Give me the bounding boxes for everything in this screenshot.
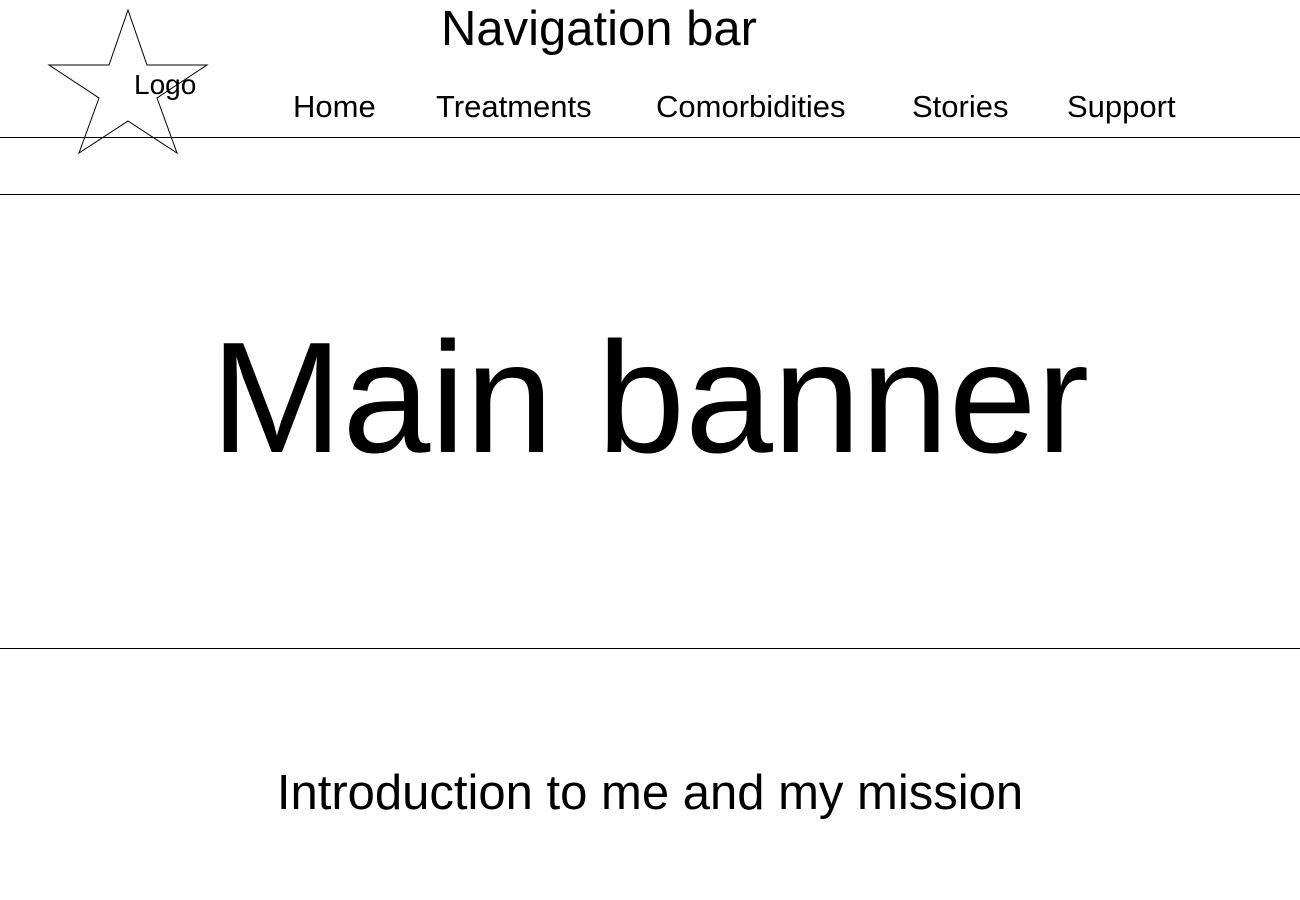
- nav-item-home[interactable]: Home: [293, 89, 376, 125]
- logo[interactable]: Logo: [46, 8, 210, 156]
- nav-item-treatments[interactable]: Treatments: [436, 89, 592, 125]
- banner-top-divider: [0, 194, 1300, 195]
- logo-label: Logo: [134, 69, 197, 100]
- nav-divider: [0, 137, 1300, 138]
- intro-text: Introduction to me and my mission: [276, 766, 1024, 820]
- nav-item-comorbidities[interactable]: Comorbidities: [656, 89, 846, 125]
- banner-title: Main banner: [210, 310, 1090, 486]
- banner-bottom-divider: [0, 648, 1300, 649]
- nav-title: Navigation bar: [441, 2, 757, 56]
- nav-item-support[interactable]: Support: [1067, 89, 1176, 125]
- nav-item-stories[interactable]: Stories: [912, 89, 1008, 125]
